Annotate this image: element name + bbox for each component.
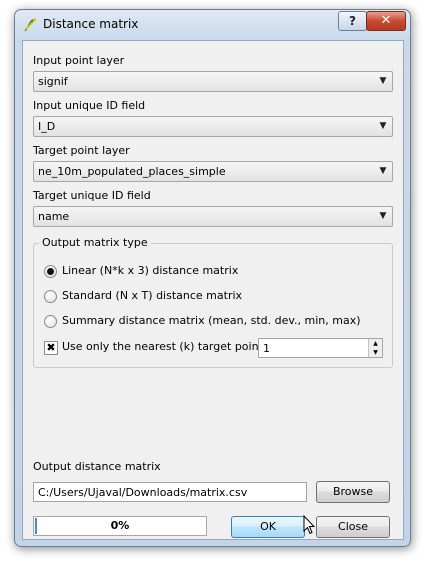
radio-linear[interactable] xyxy=(44,265,57,278)
dialog-body: Input point layer signif ▼ Input unique … xyxy=(22,40,404,540)
chevron-down-icon: ▼ xyxy=(379,121,387,131)
target-point-layer-select[interactable]: ne_10m_populated_places_simple ▼ xyxy=(33,161,393,182)
output-matrix-label: Output distance matrix xyxy=(33,460,161,473)
close-button[interactable]: Close xyxy=(316,516,390,538)
chevron-down-icon: ▼ xyxy=(379,76,387,86)
target-point-layer-value: ne_10m_populated_places_simple xyxy=(38,165,226,178)
target-unique-id-value: name xyxy=(38,210,70,223)
input-unique-id-label: Input unique ID field xyxy=(33,99,146,112)
nearest-checkbox-label[interactable]: Use only the nearest (k) target points xyxy=(62,340,269,353)
window-title: Distance matrix xyxy=(43,17,139,31)
input-point-layer-value: signif xyxy=(38,75,68,88)
input-unique-id-select[interactable]: I_D ▼ xyxy=(33,116,393,137)
output-matrix-type-group: Output matrix type Linear (N*k x 3) dist… xyxy=(33,236,393,368)
browse-button[interactable]: Browse xyxy=(316,481,390,503)
chevron-down-icon: ▼ xyxy=(379,211,387,221)
target-unique-id-label: Target unique ID field xyxy=(33,189,151,202)
input-point-layer-label: Input point layer xyxy=(33,54,125,67)
progress-bar: 0% xyxy=(33,516,207,536)
target-point-layer-label: Target point layer xyxy=(33,144,130,157)
distance-matrix-dialog: Distance matrix ? ✕ Input point layer si… xyxy=(14,9,411,547)
radio-standard[interactable] xyxy=(44,290,57,303)
help-button[interactable]: ? xyxy=(338,11,367,31)
nearest-k-value: 1 xyxy=(263,342,270,355)
input-unique-id-value: I_D xyxy=(38,120,56,133)
output-path-value: C:/Users/Ujaval/Downloads/matrix.csv xyxy=(38,486,248,499)
ok-button[interactable]: OK xyxy=(231,516,305,538)
spin-down-icon[interactable]: ▼ xyxy=(369,348,382,357)
title-bar[interactable]: Distance matrix ? ✕ xyxy=(15,10,410,40)
target-unique-id-select[interactable]: name ▼ xyxy=(33,206,393,227)
spin-buttons[interactable]: ▲ ▼ xyxy=(368,339,382,357)
input-point-layer-select[interactable]: signif ▼ xyxy=(33,71,393,92)
spin-up-icon[interactable]: ▲ xyxy=(369,339,382,348)
progress-text: 0% xyxy=(110,519,130,532)
output-matrix-type-title: Output matrix type xyxy=(39,236,151,249)
close-window-button[interactable]: ✕ xyxy=(366,11,406,31)
mouse-pointer-icon xyxy=(303,515,315,535)
chevron-down-icon: ▼ xyxy=(379,166,387,176)
radio-standard-label[interactable]: Standard (N x T) distance matrix xyxy=(62,289,242,302)
qgis-icon xyxy=(24,17,36,32)
radio-linear-label[interactable]: Linear (N*k x 3) distance matrix xyxy=(62,264,238,277)
radio-summary[interactable] xyxy=(44,315,57,328)
nearest-checkbox[interactable]: ✖ xyxy=(44,341,58,355)
radio-summary-label[interactable]: Summary distance matrix (mean, std. dev.… xyxy=(62,314,361,327)
nearest-k-spinbox[interactable]: 1 ▲ ▼ xyxy=(258,338,383,358)
output-path-input[interactable]: C:/Users/Ujaval/Downloads/matrix.csv xyxy=(33,482,307,502)
